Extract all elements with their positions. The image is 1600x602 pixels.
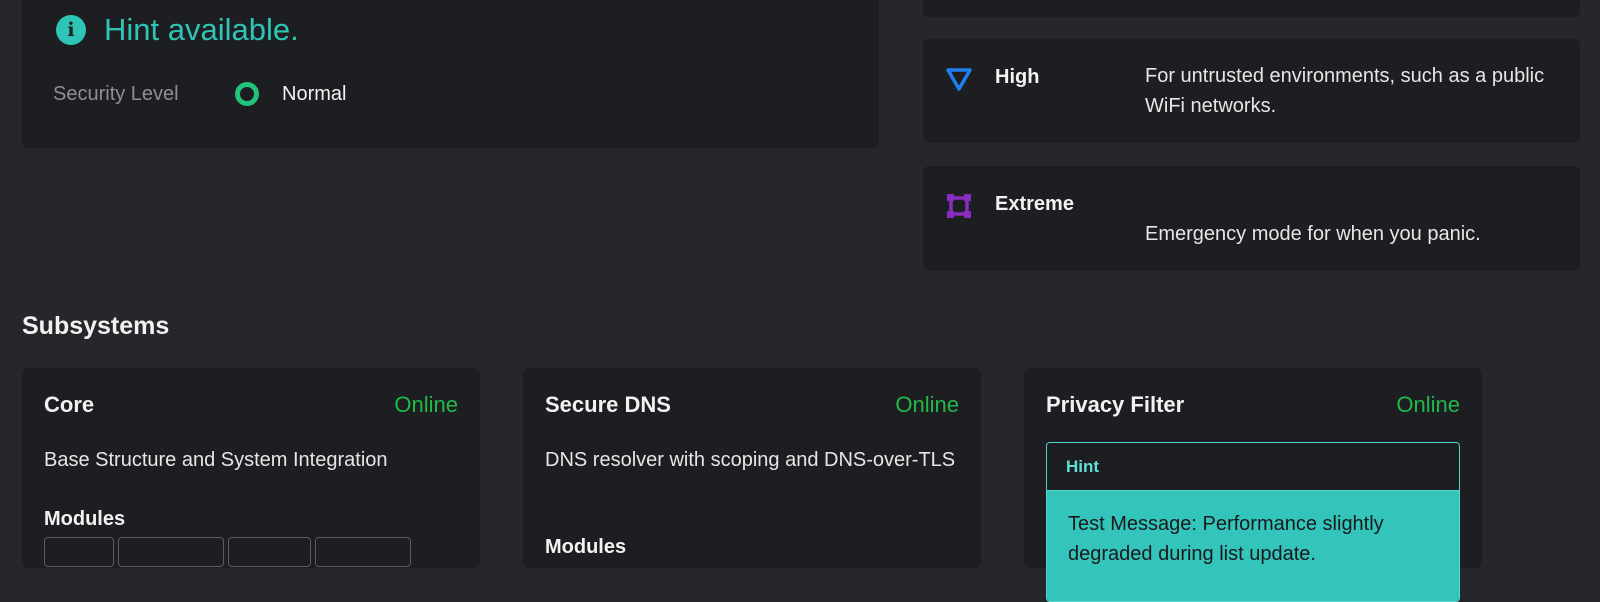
module-chip[interactable]: [44, 537, 114, 567]
subsystem-status: Online: [1396, 392, 1460, 417]
level-option-normal-card[interactable]: [923, 0, 1580, 17]
module-chip[interactable]: [118, 537, 224, 567]
level-option-description: Emergency mode for when you panic.: [1145, 223, 1481, 245]
subsystem-status: Online: [895, 392, 959, 417]
subsystem-card-core[interactable]: Core Online Base Structure and System In…: [22, 368, 480, 568]
subsystem-card-privacy-filter[interactable]: Privacy Filter Online Hint Test Message:…: [1024, 368, 1482, 602]
square-frame-icon: [947, 194, 971, 218]
hint-box-message: Test Message: Performance slightly degra…: [1047, 491, 1459, 601]
modules-heading: Modules: [545, 536, 627, 558]
subsystem-status: Online: [394, 392, 458, 417]
subsystem-card-secure-dns[interactable]: Secure DNS Online DNS resolver with scop…: [523, 368, 981, 568]
module-chip[interactable]: [315, 537, 411, 567]
module-chip[interactable]: [228, 537, 311, 567]
level-option-description: For untrusted environments, such as a pu…: [1145, 65, 1545, 117]
level-option-extreme[interactable]: Extreme Emergency mode for when you pani…: [923, 166, 1580, 271]
subsystem-description: Base Structure and System Integration: [44, 449, 388, 471]
hint-box-title: Hint: [1047, 443, 1459, 491]
subsystem-name: Core: [44, 392, 95, 417]
subsystem-name: Secure DNS: [545, 392, 671, 417]
subsystems-heading: Subsystems: [22, 312, 170, 340]
hint-row[interactable]: i Hint available.: [56, 12, 299, 48]
security-level-label: Security Level: [53, 82, 179, 105]
module-list: [44, 537, 411, 567]
status-card: i Hint available. Security Level Normal: [22, 0, 879, 148]
hint-box: Hint Test Message: Performance slightly …: [1046, 442, 1460, 602]
triangle-down-icon: [946, 68, 972, 91]
security-level-row: Security Level Normal: [53, 82, 346, 106]
info-icon: i: [56, 15, 86, 45]
level-option-name: High: [995, 66, 1040, 88]
ring-icon: [235, 82, 259, 106]
security-level-value: Normal: [282, 82, 347, 105]
hint-available-text[interactable]: Hint available.: [104, 12, 299, 48]
subsystem-name: Privacy Filter: [1046, 392, 1185, 417]
modules-heading: Modules: [44, 508, 126, 530]
subsystem-description: DNS resolver with scoping and DNS-over-T…: [545, 449, 956, 471]
level-option-name: Extreme: [995, 193, 1074, 215]
level-option-high[interactable]: High For untrusted environments, such as…: [923, 39, 1580, 143]
